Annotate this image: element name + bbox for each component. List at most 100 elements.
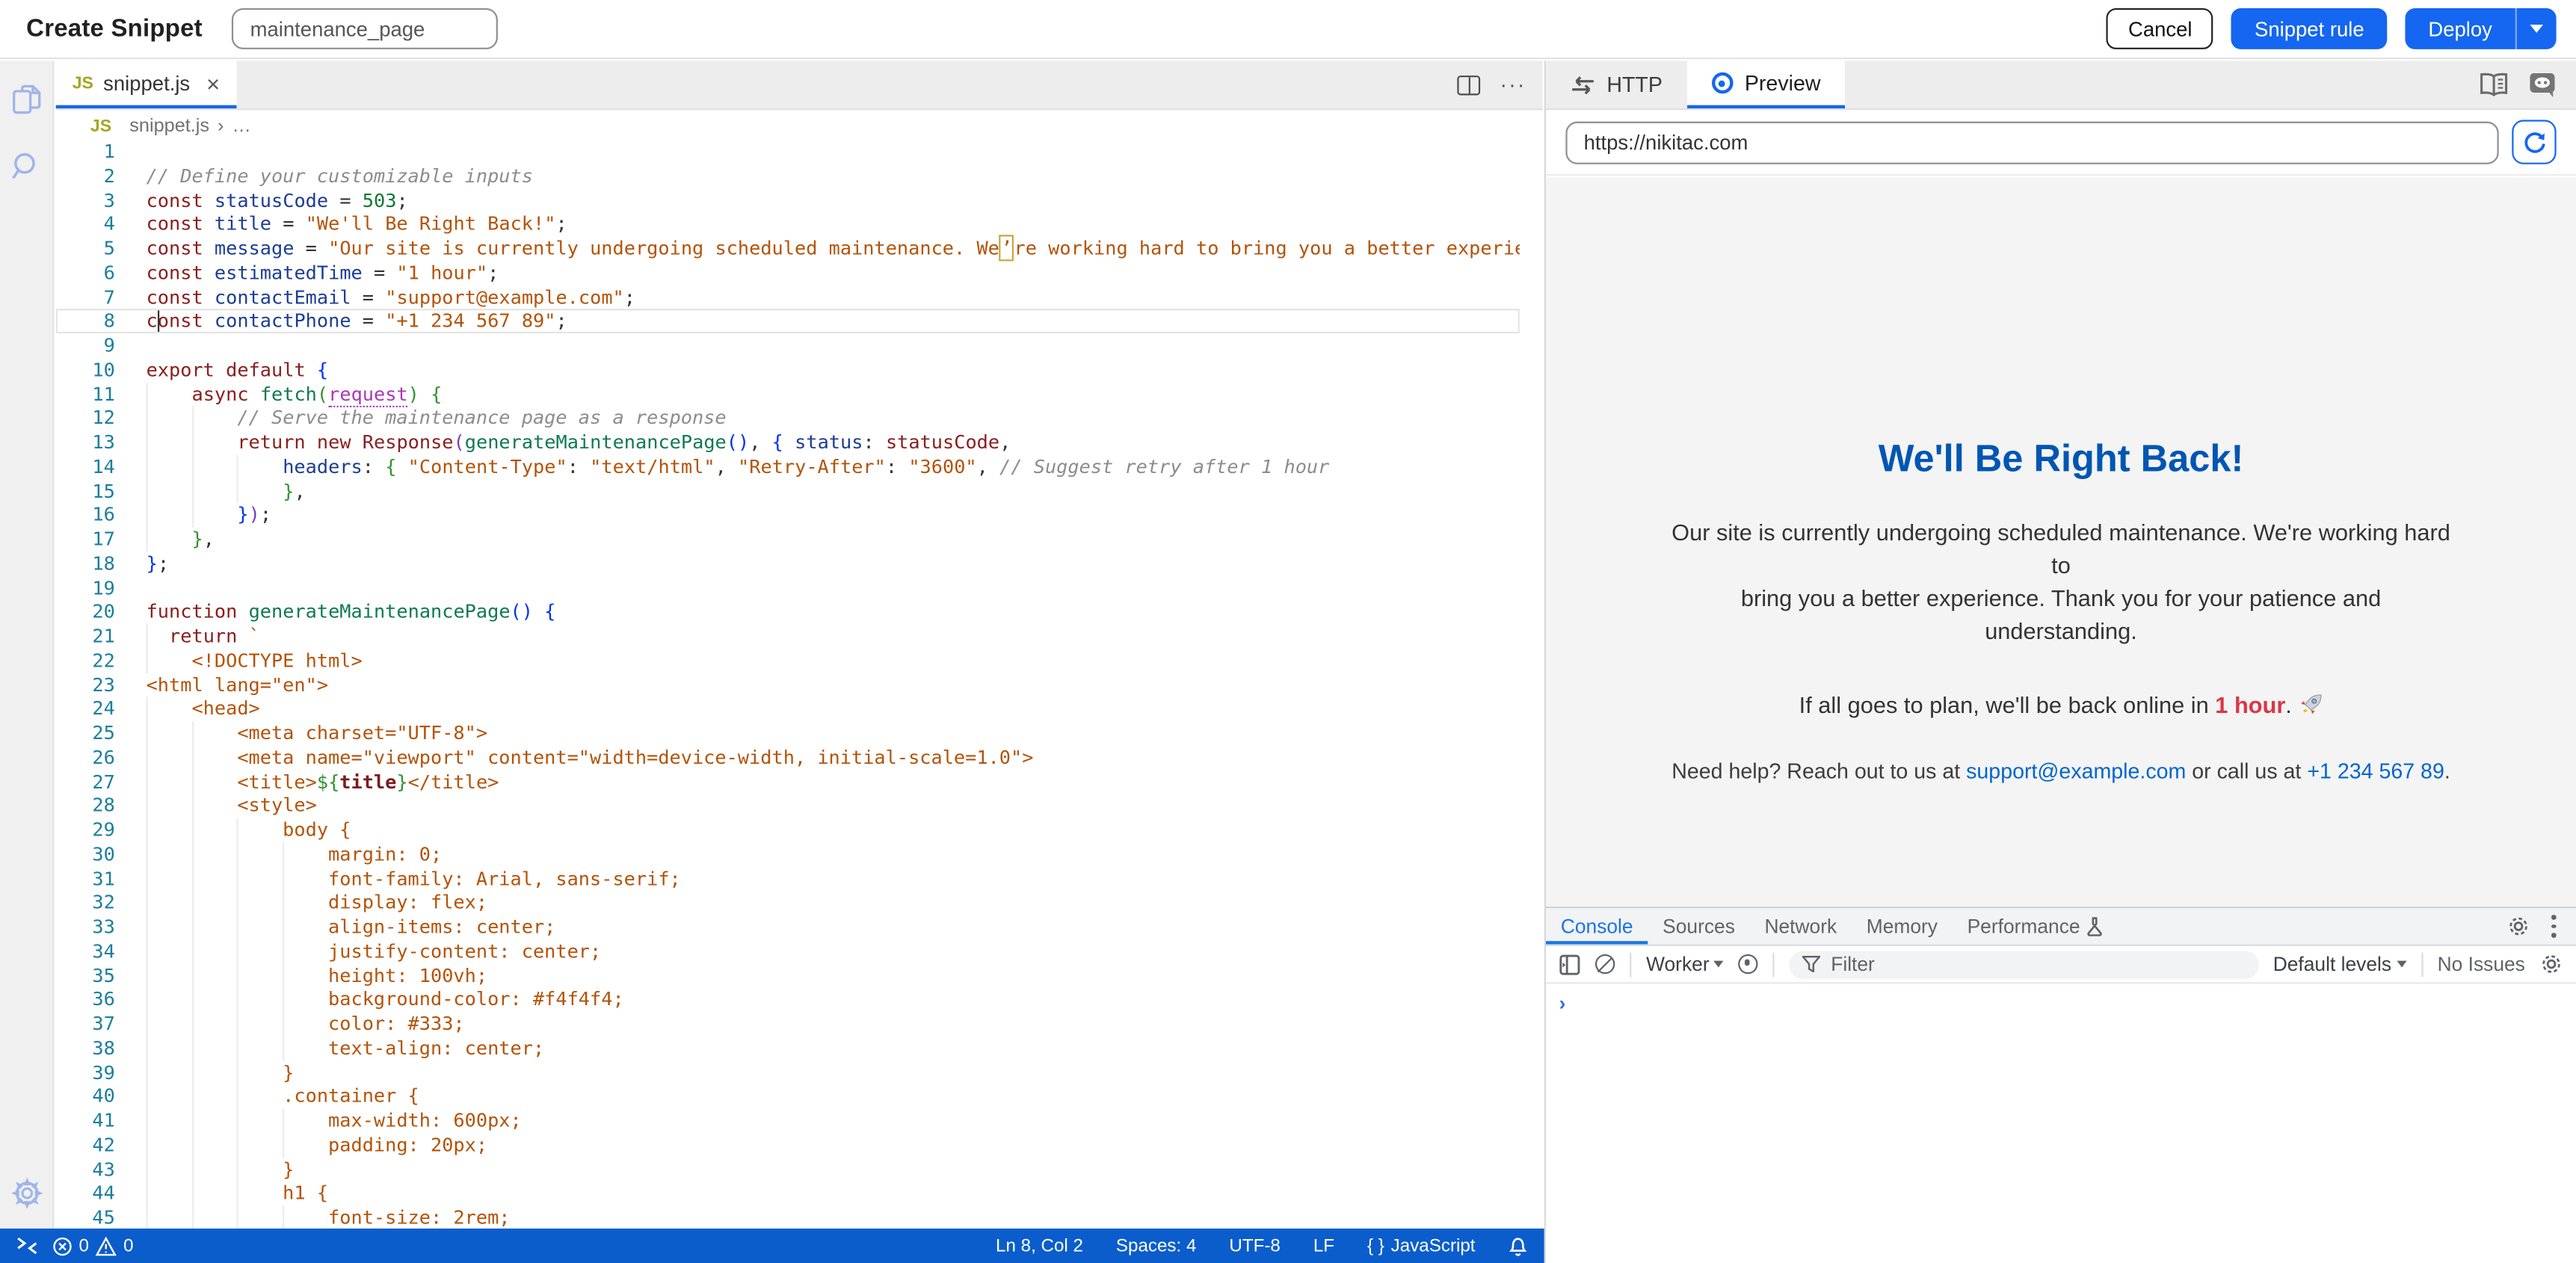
code-line-30[interactable]: 30 margin: 0; <box>56 842 1520 866</box>
flask-icon <box>2086 916 2103 936</box>
code-editor[interactable]: 12// Define your customizable inputs3con… <box>56 140 1520 1229</box>
problems-indicator[interactable]: 0 0 <box>52 1236 133 1256</box>
settings-gear-icon[interactable] <box>10 1178 42 1209</box>
notifications-bell-icon[interactable] <box>1508 1235 1527 1257</box>
code-line-38[interactable]: 38 text-align: center; <box>56 1036 1520 1060</box>
code-line-2[interactable]: 2// Define your customizable inputs <box>56 164 1520 188</box>
indentation-setting[interactable]: Spaces: 4 <box>1116 1236 1197 1256</box>
code-line-44[interactable]: 44 h1 { <box>56 1182 1520 1205</box>
code-line-32[interactable]: 32 display: flex; <box>56 891 1520 915</box>
code-line-31[interactable]: 31 font-family: Arial, sans-serif; <box>56 866 1520 890</box>
code-line-9[interactable]: 9 <box>56 333 1520 357</box>
code-line-14[interactable]: 14 headers: { "Content-Type": "text/html… <box>56 454 1520 478</box>
code-line-42[interactable]: 42 padding: 20px; <box>56 1133 1520 1157</box>
maintenance-eta: If all goes to plan, we'll be back onlin… <box>1662 691 2460 717</box>
code-line-3[interactable]: 3const statusCode = 503; <box>56 188 1520 212</box>
breadcrumb-more[interactable]: … <box>232 116 250 135</box>
more-actions-icon[interactable]: ··· <box>1500 72 1526 97</box>
issues-counter[interactable]: No Issues <box>2438 953 2525 976</box>
code-line-16[interactable]: 16 }); <box>56 503 1520 527</box>
code-line-6[interactable]: 6const estimatedTime = "1 hour"; <box>56 261 1520 285</box>
remote-indicator-icon[interactable] <box>16 1237 38 1255</box>
preview-url-input[interactable] <box>1565 121 2498 164</box>
code-line-13[interactable]: 13 return new Response(generateMaintenan… <box>56 430 1520 454</box>
snippet-rule-button[interactable]: Snippet rule <box>2231 8 2387 49</box>
code-line-23[interactable]: 23<html lang="en"> <box>56 673 1520 697</box>
code-line-29[interactable]: 29 body { <box>56 818 1520 842</box>
cursor-position[interactable]: Ln 8, Col 2 <box>996 1236 1083 1256</box>
tab-snippet-js[interactable]: JS snippet.js × <box>56 61 236 108</box>
code-line-43[interactable]: 43 } <box>56 1157 1520 1181</box>
docs-book-icon[interactable] <box>2479 72 2509 97</box>
language-mode[interactable]: { } JavaScript <box>1367 1236 1476 1256</box>
support-email-link[interactable]: support@example.com <box>1966 759 2186 783</box>
preview-eye-icon <box>1712 72 1734 94</box>
code-line-21[interactable]: 21 return ` <box>56 624 1520 648</box>
code-line-25[interactable]: 25 <meta charset="UTF-8"> <box>56 721 1520 745</box>
code-line-15[interactable]: 15 }, <box>56 479 1520 503</box>
code-line-28[interactable]: 28 <style> <box>56 794 1520 818</box>
eol-setting[interactable]: LF <box>1313 1236 1334 1256</box>
tab-sources[interactable]: Sources <box>1648 908 1749 944</box>
code-line-45[interactable]: 45 font-size: 2rem; <box>56 1205 1520 1229</box>
clear-console-icon[interactable] <box>1595 954 1615 974</box>
search-icon[interactable] <box>11 151 41 181</box>
code-line-34[interactable]: 34 justify-content: center; <box>56 939 1520 963</box>
code-line-33[interactable]: 33 align-items: center; <box>56 915 1520 939</box>
code-line-24[interactable]: 24 <head> <box>56 697 1520 720</box>
execution-context-selector[interactable]: Worker <box>1646 953 1724 976</box>
code-line-40[interactable]: 40 .container { <box>56 1084 1520 1108</box>
code-line-27[interactable]: 27 <title>${title}</title> <box>56 770 1520 794</box>
tab-http[interactable]: HTTP <box>1546 61 1687 108</box>
code-line-11[interactable]: 11 async fetch(request) { <box>56 382 1520 406</box>
code-line-17[interactable]: 17 }, <box>56 527 1520 551</box>
code-line-39[interactable]: 39 } <box>56 1060 1520 1084</box>
tab-network[interactable]: Network <box>1750 908 1852 944</box>
code-line-12[interactable]: 12 // Serve the maintenance page as a re… <box>56 406 1520 430</box>
phone-link[interactable]: +1 234 567 89 <box>2307 759 2444 783</box>
code-line-36[interactable]: 36 background-color: #f4f4f4; <box>56 987 1520 1011</box>
log-levels-dropdown[interactable]: Default levels <box>2273 953 2406 976</box>
devtools-menu-kebab-icon[interactable] <box>2552 915 2557 937</box>
deploy-button[interactable]: Deploy <box>2406 8 2557 49</box>
tab-memory[interactable]: Memory <box>1852 908 1953 944</box>
code-line-8[interactable]: 8const contactPhone = "+1 234 567 89"; <box>56 309 1520 333</box>
code-line-18[interactable]: 18}; <box>56 552 1520 575</box>
cancel-button[interactable]: Cancel <box>2107 8 2213 49</box>
devtools-settings-gear-icon[interactable] <box>2507 915 2530 938</box>
console-prompt[interactable]: › <box>1549 992 2572 1015</box>
files-icon[interactable] <box>10 84 42 115</box>
deploy-dropdown[interactable] <box>2517 25 2557 33</box>
code-line-37[interactable]: 37 color: #333; <box>56 1012 1520 1036</box>
code-line-35[interactable]: 35 height: 100vh; <box>56 963 1520 987</box>
code-line-41[interactable]: 41 max-width: 600px; <box>56 1108 1520 1132</box>
code-line-10[interactable]: 10export default { <box>56 358 1520 382</box>
discord-icon[interactable] <box>2528 72 2556 98</box>
console-filter-input[interactable]: Filter <box>1790 950 2258 978</box>
line-number: 15 <box>56 479 115 503</box>
breadcrumb-file[interactable]: snippet.js <box>129 116 209 135</box>
console-output[interactable]: › <box>1546 983 2576 1023</box>
reload-button[interactable] <box>2512 120 2556 164</box>
code-line-4[interactable]: 4const title = "We'll Be Right Back!"; <box>56 212 1520 236</box>
tab-console[interactable]: Console <box>1546 908 1648 944</box>
code-line-1[interactable]: 1 <box>56 140 1520 164</box>
js-file-icon: JS <box>90 116 111 135</box>
code-line-26[interactable]: 26 <meta name="viewport" content="width=… <box>56 745 1520 769</box>
code-line-19[interactable]: 19 <box>56 575 1520 599</box>
breadcrumb[interactable]: JS snippet.js › … <box>56 111 1543 139</box>
line-number: 7 <box>56 285 115 309</box>
console-settings-gear-icon[interactable] <box>2540 953 2563 976</box>
close-icon[interactable]: × <box>206 72 220 95</box>
live-expression-eye-icon[interactable] <box>1739 954 1758 974</box>
tab-preview[interactable]: Preview <box>1687 61 1846 108</box>
split-editor-icon[interactable] <box>1457 75 1480 94</box>
snippet-name-input[interactable] <box>232 8 498 49</box>
code-line-5[interactable]: 5const message = "Our site is currently … <box>56 236 1520 260</box>
code-line-7[interactable]: 7const contactEmail = "support@example.c… <box>56 285 1520 309</box>
tab-performance[interactable]: Performance <box>1953 908 2118 944</box>
encoding-setting[interactable]: UTF-8 <box>1229 1236 1281 1256</box>
code-line-22[interactable]: 22 <!DOCTYPE html> <box>56 649 1520 673</box>
code-line-20[interactable]: 20function generateMaintenancePage() { <box>56 600 1520 624</box>
console-sidebar-toggle-icon[interactable] <box>1559 954 1581 975</box>
